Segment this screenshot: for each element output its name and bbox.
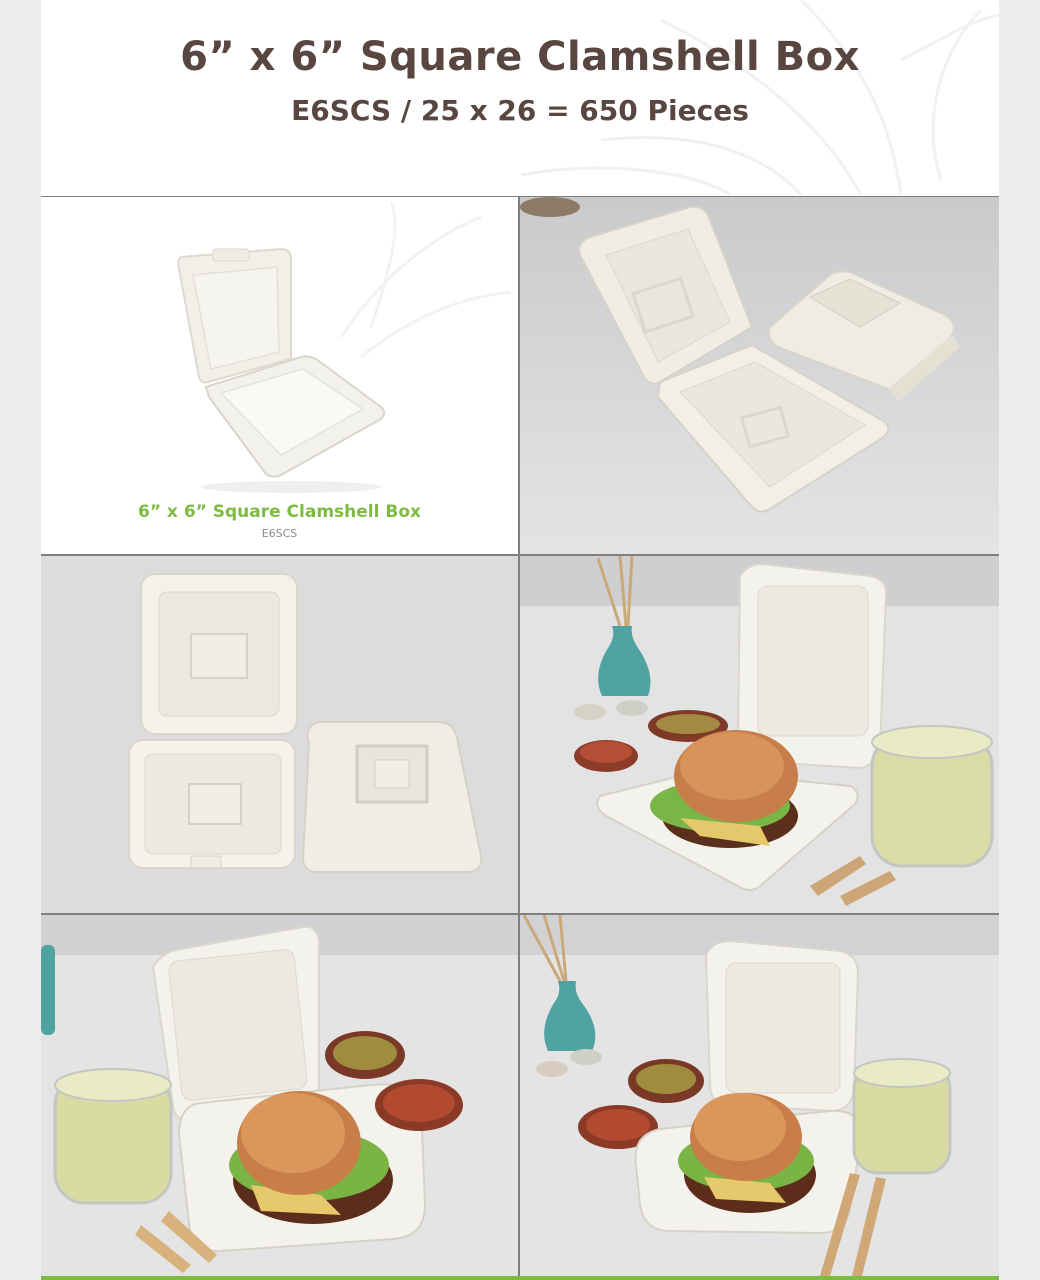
photo-top-view [41,556,518,913]
page-title: 6” x 6” Square Clamshell Box [180,34,860,80]
burger-scene-photo [520,556,999,913]
accent-bar [41,1276,999,1280]
photo-burger-vase-2 [520,915,999,1276]
burger-drink-photo [41,915,518,1276]
page-subtitle: E6SCS / 25 x 26 = 650 Pieces [291,94,749,127]
top-view-photo [41,556,518,913]
product-caption: 6” x 6” Square Clamshell Box [138,502,421,522]
product-code: E6SCS [261,527,298,540]
product-card: 6” x 6” Square Clamshell Box E6SCS [41,197,518,554]
photo-gallery: 6” x 6” Square Clamshell Box E6SCS [41,196,999,1276]
photo-burger-vase [520,556,999,913]
product-page: 6” x 6” Square Clamshell Box E6SCS / 25 … [41,0,999,1280]
photo-two-boxes [520,197,999,554]
burger-vase-photo [520,915,999,1276]
clamshell-box-image [177,201,512,493]
photo-burger-drink [41,915,518,1276]
two-clamshells-photo [520,197,999,554]
page-header: 6” x 6” Square Clamshell Box E6SCS / 25 … [41,0,999,195]
